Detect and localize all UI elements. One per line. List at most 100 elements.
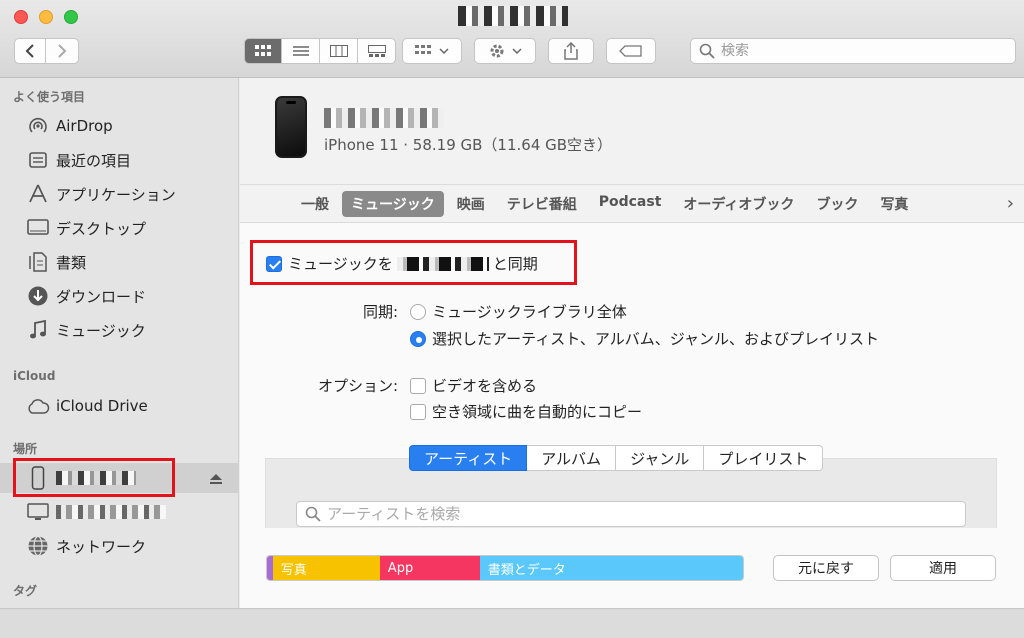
autofill-checkbox[interactable] [410,403,426,420]
storage-segment-photos: 写真 [272,556,380,580]
sidebar-item-label: ダウンロード [56,287,147,306]
sync-field-label: 同期: [362,303,398,321]
sidebar-item-applications[interactable]: アプリケーション [0,179,239,209]
tag-icon [619,45,642,57]
eject-icon[interactable] [209,471,223,489]
network-icon [26,534,50,558]
option-autofill[interactable]: 空き領域に曲を自動的にコピー [410,401,642,422]
gallery-view-button[interactable] [358,38,396,64]
chevron-down-icon [439,48,449,55]
options-field-label: オプション: [317,377,398,395]
music-icon [26,318,50,342]
zoom-window-button[interactable] [64,10,78,24]
tabs-more-chevron-icon[interactable]: › [1007,193,1014,214]
tab-audiobooks[interactable]: オーディオブック [674,191,803,217]
tab-general[interactable]: 一般 [292,191,338,217]
tab-music[interactable]: ミュージック [342,191,444,217]
minimize-window-button[interactable] [39,10,53,24]
sidebar-item-desktop[interactable]: デスクトップ [0,213,239,243]
icloud-section-title: iCloud [13,369,56,383]
sidebar-item-recents[interactable]: 最近の項目 [0,145,239,175]
artist-search-input[interactable] [325,504,925,524]
sync-option-all[interactable]: ミュージックライブラリ全体 [410,301,627,322]
documents-icon [26,250,50,274]
radio-label: ミュージックライブラリ全体 [432,303,627,321]
artist-search-field[interactable] [296,501,966,527]
grid-icon [255,45,271,56]
computer-icon [26,500,50,524]
sidebar-item-label: デスクトップ [56,219,147,238]
device-subtitle: iPhone 11 · 58.19 GB（11.64 GB空き） [324,136,613,154]
tab-books[interactable]: ブック [807,191,867,217]
tab-photos[interactable]: 写真 [871,191,917,217]
group-menu-button[interactable] [402,38,462,64]
segment-playlists[interactable]: プレイリスト [704,445,824,471]
sidebar-item-music[interactable]: ミュージック [0,315,239,345]
tab-tv-shows[interactable]: テレビ番組 [498,191,586,217]
icon-view-button[interactable] [244,38,282,64]
chevron-right-icon [58,44,67,58]
segment-genres[interactable]: ジャンル [616,445,705,471]
airdrop-icon [26,114,50,138]
device-header: iPhone 11 · 58.19 GB（11.64 GB空き） [240,78,1024,182]
sync-option-selected[interactable]: 選択したアーティスト、アルバム、ジャンル、およびプレイリスト [410,328,879,349]
tab-podcasts[interactable]: Podcast [590,191,671,217]
segment-albums[interactable]: アルバム [527,445,617,471]
search-field[interactable] [690,38,1016,64]
sidebar-item-downloads[interactable]: ダウンロード [0,281,239,311]
favorites-section-title: よく使う項目 [13,90,86,104]
highlight-box-sync [250,240,577,285]
tab-bar: 一般 ミュージック 映画 テレビ番組 Podcast オーディオブック ブック … [240,184,1024,220]
checkbox-label: 空き領域に曲を自動的にコピー [432,403,643,421]
sidebar-item-label: iCloud Drive [56,397,148,415]
sidebar-item-label: 書類 [56,253,87,272]
search-icon [305,506,321,522]
list-icon [292,46,309,56]
view-mode-segmented [244,38,396,64]
group-icon [415,45,431,54]
chevron-down-icon [512,48,522,55]
applications-icon [26,182,50,206]
main-panel: iPhone 11 · 58.19 GB（11.64 GB空き） 一般 ミュージ… [240,78,1024,608]
radio-entire-library[interactable] [410,303,426,320]
gear-icon [490,44,504,58]
downloads-icon [26,284,50,308]
window-title-redacted [458,6,568,26]
revert-button[interactable]: 元に戻す [773,555,879,581]
sidebar-item-network[interactable]: ネットワーク [0,531,239,561]
share-button[interactable] [548,38,594,64]
radio-selected-items[interactable] [410,330,426,347]
sidebar-item-airdrop[interactable]: AirDrop [0,111,239,141]
window-toolbar [0,0,1024,78]
option-include-videos[interactable]: ビデオを含める [410,375,537,396]
column-view-button[interactable] [320,38,358,64]
share-icon [564,42,578,60]
checkbox-label: ビデオを含める [432,377,538,395]
back-button[interactable] [14,38,46,64]
computer-name-redacted [56,505,166,519]
locations-section-title: 場所 [13,442,38,456]
sidebar-item-icloud-drive[interactable]: iCloud Drive [0,391,239,421]
sidebar-item-documents[interactable]: 書類 [0,247,239,277]
close-window-button[interactable] [14,10,28,24]
forward-button[interactable] [46,38,79,64]
tag-button[interactable] [606,38,656,64]
chevron-left-icon [25,44,34,58]
tags-section-title: タグ [13,584,38,598]
action-menu-button[interactable] [474,38,536,64]
tab-movies[interactable]: 映画 [448,191,494,217]
highlight-box-iphone [13,458,175,497]
recents-icon [26,148,50,172]
segment-artists[interactable]: アーティスト [409,445,528,471]
sidebar-item-label: ミュージック [56,321,146,340]
sidebar-item-label: ネットワーク [56,537,147,556]
apply-button[interactable]: 適用 [890,555,996,581]
storage-bar: 写真 App 書類とデータ [266,555,744,581]
gallery-icon [367,45,386,57]
sidebar-item-computer[interactable] [0,497,239,527]
list-view-button[interactable] [282,38,320,64]
search-input[interactable] [719,42,999,60]
include-videos-checkbox[interactable] [410,377,426,394]
desktop-icon [26,216,50,240]
status-bar [0,608,1024,638]
